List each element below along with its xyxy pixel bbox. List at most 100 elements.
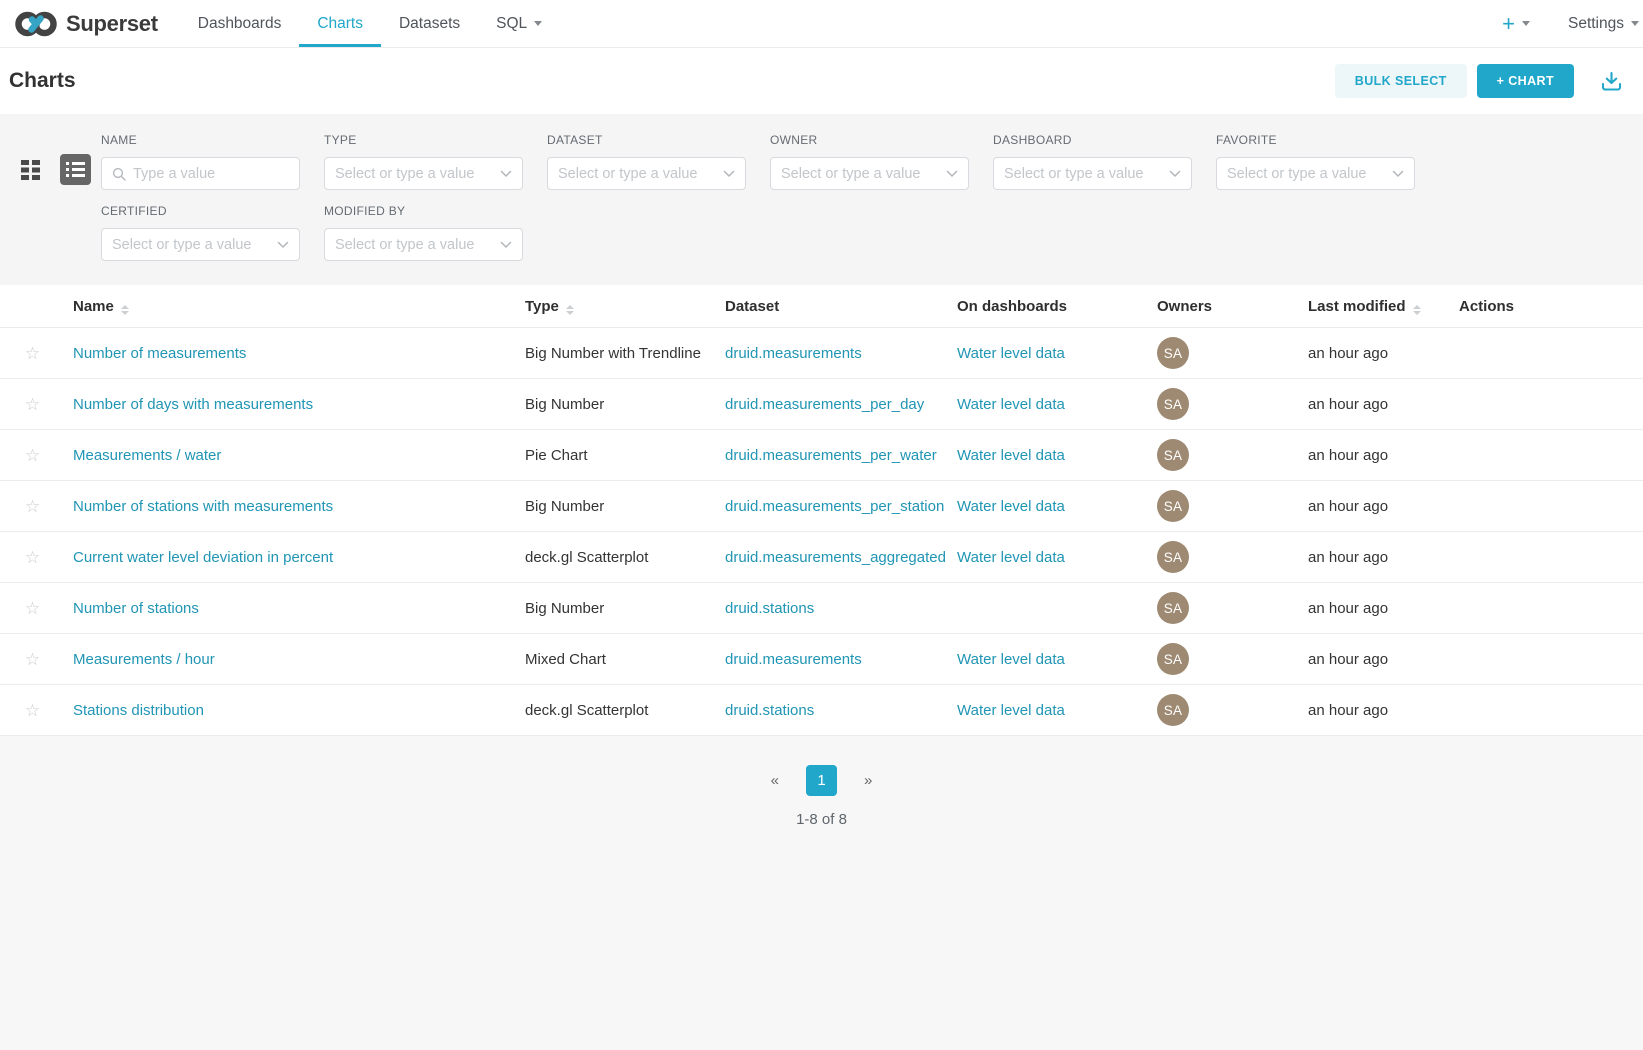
list-view-toggle[interactable] [60, 154, 91, 185]
favorite-star-icon[interactable]: ☆ [25, 498, 40, 515]
favorite-star-icon[interactable]: ☆ [25, 702, 40, 719]
certified-filter-select[interactable]: Select or type a value [101, 228, 300, 261]
dashboard-cell: Water level data [957, 396, 1157, 413]
nav-charts[interactable]: Charts [299, 0, 381, 47]
owners-cell: SA [1157, 694, 1308, 726]
column-header-type[interactable]: Type [525, 298, 725, 315]
owner-filter-select[interactable]: Select or type a value [770, 157, 969, 190]
dashboard-link[interactable]: Water level data [957, 651, 1065, 668]
type-filter-select[interactable]: Select or type a value [324, 157, 523, 190]
owner-avatar[interactable]: SA [1157, 388, 1189, 420]
dataset-link[interactable]: druid.measurements [725, 651, 862, 668]
nav-sql[interactable]: SQL [478, 0, 560, 47]
chart-name-link[interactable]: Current water level deviation in percent [73, 549, 333, 566]
favorite-star-icon[interactable]: ☆ [25, 600, 40, 617]
favorite-star-icon[interactable]: ☆ [25, 549, 40, 566]
select-placeholder: Select or type a value [1227, 166, 1392, 182]
favorite-filter-select[interactable]: Select or type a value [1216, 157, 1415, 190]
dashboard-cell: Water level data [957, 345, 1157, 362]
sort-icon [1413, 305, 1421, 315]
owner-avatar[interactable]: SA [1157, 337, 1189, 369]
favorite-star-icon[interactable]: ☆ [25, 345, 40, 362]
dataset-link[interactable]: druid.measurements_per_station [725, 498, 944, 515]
brand-name: Superset [66, 11, 158, 37]
name-filter [101, 157, 300, 190]
favorite-star-icon[interactable]: ☆ [25, 396, 40, 413]
card-view-toggle[interactable] [15, 154, 46, 185]
owner-avatar[interactable]: SA [1157, 439, 1189, 471]
bulk-select-button[interactable]: BULK SELECT [1335, 64, 1467, 98]
owner-avatar[interactable]: SA [1157, 643, 1189, 675]
name-cell: Measurements / hour [73, 651, 525, 668]
favorite-star-icon[interactable]: ☆ [25, 447, 40, 464]
chart-name-link[interactable]: Stations distribution [73, 702, 204, 719]
nav-datasets[interactable]: Datasets [381, 0, 478, 47]
column-label: Type [525, 298, 559, 315]
last-modified-cell: an hour ago [1308, 345, 1459, 362]
favorite-cell: ☆ [0, 549, 73, 566]
chevron-down-icon [1169, 170, 1181, 178]
owner-avatar[interactable]: SA [1157, 592, 1189, 624]
select-placeholder: Select or type a value [335, 237, 500, 253]
dashboard-filter-select[interactable]: Select or type a value [993, 157, 1192, 190]
filter-label: FAVORITE [1216, 133, 1415, 147]
dashboard-cell: Water level data [957, 549, 1157, 566]
select-placeholder: Select or type a value [1004, 166, 1169, 182]
chevron-down-icon [1392, 170, 1404, 178]
column-header-last-modified[interactable]: Last modified [1308, 298, 1459, 315]
dataset-link[interactable]: druid.measurements [725, 345, 862, 362]
select-placeholder: Select or type a value [558, 166, 723, 182]
chart-name-link[interactable]: Measurements / hour [73, 651, 215, 668]
chart-name-link[interactable]: Number of stations [73, 600, 199, 617]
name-cell: Current water level deviation in percent [73, 549, 525, 566]
chart-name-link[interactable]: Measurements / water [73, 447, 221, 464]
dataset-filter-select[interactable]: Select or type a value [547, 157, 746, 190]
name-cell: Number of days with measurements [73, 396, 525, 413]
dataset-link[interactable]: druid.measurements_per_day [725, 396, 924, 413]
chevron-down-icon [500, 170, 512, 178]
column-header-name[interactable]: Name [73, 298, 525, 315]
page-header: Charts BULK SELECT + CHART [0, 48, 1643, 114]
type-cell: Big Number with Trendline [525, 345, 725, 362]
dashboard-link[interactable]: Water level data [957, 396, 1065, 413]
owner-avatar[interactable]: SA [1157, 694, 1189, 726]
column-label: Last modified [1308, 298, 1406, 315]
chart-name-link[interactable]: Number of days with measurements [73, 396, 313, 413]
add-chart-button[interactable]: + CHART [1477, 64, 1574, 98]
favorite-star-icon[interactable]: ☆ [25, 651, 40, 668]
settings-label: Settings [1568, 15, 1624, 33]
chart-name-link[interactable]: Number of stations with measurements [73, 498, 333, 515]
dashboard-link[interactable]: Water level data [957, 549, 1065, 566]
nav-dashboards[interactable]: Dashboards [180, 0, 300, 47]
import-charts-button[interactable] [1600, 71, 1623, 92]
chart-name-link[interactable]: Number of measurements [73, 345, 246, 362]
header-actions: BULK SELECT + CHART [1335, 64, 1623, 98]
dataset-link[interactable]: druid.stations [725, 600, 814, 617]
owner-avatar[interactable]: SA [1157, 490, 1189, 522]
dataset-link[interactable]: druid.measurements_per_water [725, 447, 937, 464]
filter-group-dashboard: DASHBOARD Select or type a value [993, 131, 1192, 190]
dashboard-link[interactable]: Water level data [957, 447, 1065, 464]
name-filter-input[interactable] [133, 166, 289, 182]
dataset-cell: druid.stations [725, 600, 957, 617]
pagination-page-1[interactable]: 1 [806, 765, 837, 796]
table-row: ☆ Measurements / water Pie Chart druid.m… [0, 430, 1643, 481]
settings-menu[interactable]: Settings [1568, 15, 1639, 33]
dashboard-link[interactable]: Water level data [957, 498, 1065, 515]
pagination-prev[interactable]: « [771, 772, 779, 789]
dashboard-link[interactable]: Water level data [957, 345, 1065, 362]
pagination-next[interactable]: » [864, 772, 872, 789]
new-item-button[interactable]: + [1502, 11, 1530, 37]
dataset-link[interactable]: druid.measurements_aggregated [725, 549, 946, 566]
dataset-link[interactable]: druid.stations [725, 702, 814, 719]
chevron-down-icon [534, 21, 542, 26]
name-cell: Measurements / water [73, 447, 525, 464]
dashboard-link[interactable]: Water level data [957, 702, 1065, 719]
owner-avatar[interactable]: SA [1157, 541, 1189, 573]
modified-by-filter-select[interactable]: Select or type a value [324, 228, 523, 261]
dataset-cell: druid.measurements_per_station [725, 498, 957, 515]
table-body: ☆ Number of measurements Big Number with… [0, 328, 1643, 736]
app-logo[interactable]: Superset [14, 0, 158, 47]
last-modified-cell: an hour ago [1308, 651, 1459, 668]
column-label: On dashboards [957, 298, 1067, 315]
